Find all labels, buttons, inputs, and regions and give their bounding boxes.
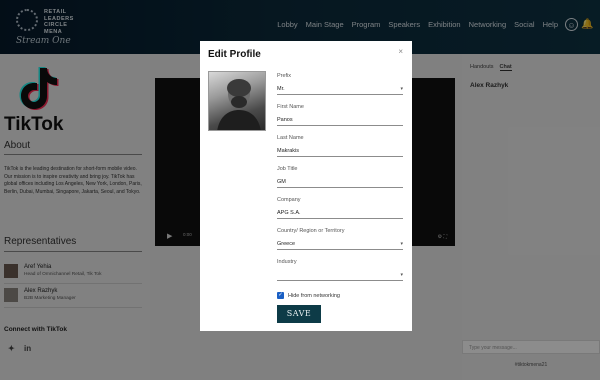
- job-title-field[interactable]: Job Title GM: [277, 166, 403, 188]
- field-label: Company: [277, 197, 301, 203]
- prefix-select[interactable]: Prefix Mr. ▾: [277, 73, 403, 95]
- field-label: Industry: [277, 259, 297, 265]
- chevron-down-icon: ▾: [400, 241, 403, 247]
- edit-profile-dialog: Edit Profile × Prefix Mr. ▾ First Name P…: [200, 41, 412, 331]
- chevron-down-icon: ▾: [400, 86, 403, 92]
- company-field[interactable]: Company APG S.A.: [277, 197, 403, 219]
- field-label: First Name: [277, 104, 304, 110]
- chevron-down-icon: ▾: [400, 272, 403, 278]
- person-silhouette-icon: [217, 79, 261, 130]
- close-icon[interactable]: ×: [398, 47, 403, 56]
- field-value[interactable]: Panos: [277, 117, 403, 126]
- hide-networking-option[interactable]: ✓ Hide from networking: [277, 292, 340, 299]
- field-value[interactable]: GM: [277, 179, 403, 188]
- field-value[interactable]: Mr. ▾: [277, 86, 403, 95]
- field-value[interactable]: Makrakis: [277, 148, 403, 157]
- industry-select[interactable]: Industry ▾: [277, 259, 403, 281]
- checkbox-checked-icon[interactable]: ✓: [277, 292, 284, 299]
- field-value[interactable]: ▾: [277, 272, 403, 281]
- profile-photo[interactable]: [208, 71, 266, 131]
- field-value[interactable]: Greece ▾: [277, 241, 403, 250]
- dialog-title: Edit Profile: [208, 49, 261, 60]
- field-label: Country/ Region or Territory: [277, 228, 345, 234]
- field-value[interactable]: APG S.A.: [277, 210, 403, 219]
- field-label: Last Name: [277, 135, 304, 141]
- first-name-field[interactable]: First Name Panos: [277, 104, 403, 126]
- last-name-field[interactable]: Last Name Makrakis: [277, 135, 403, 157]
- country-select[interactable]: Country/ Region or Territory Greece ▾: [277, 228, 403, 250]
- field-label: Job Title: [277, 166, 298, 172]
- save-button[interactable]: SAVE: [277, 305, 321, 323]
- field-label: Prefix: [277, 73, 292, 79]
- checkbox-label: Hide from networking: [288, 292, 340, 299]
